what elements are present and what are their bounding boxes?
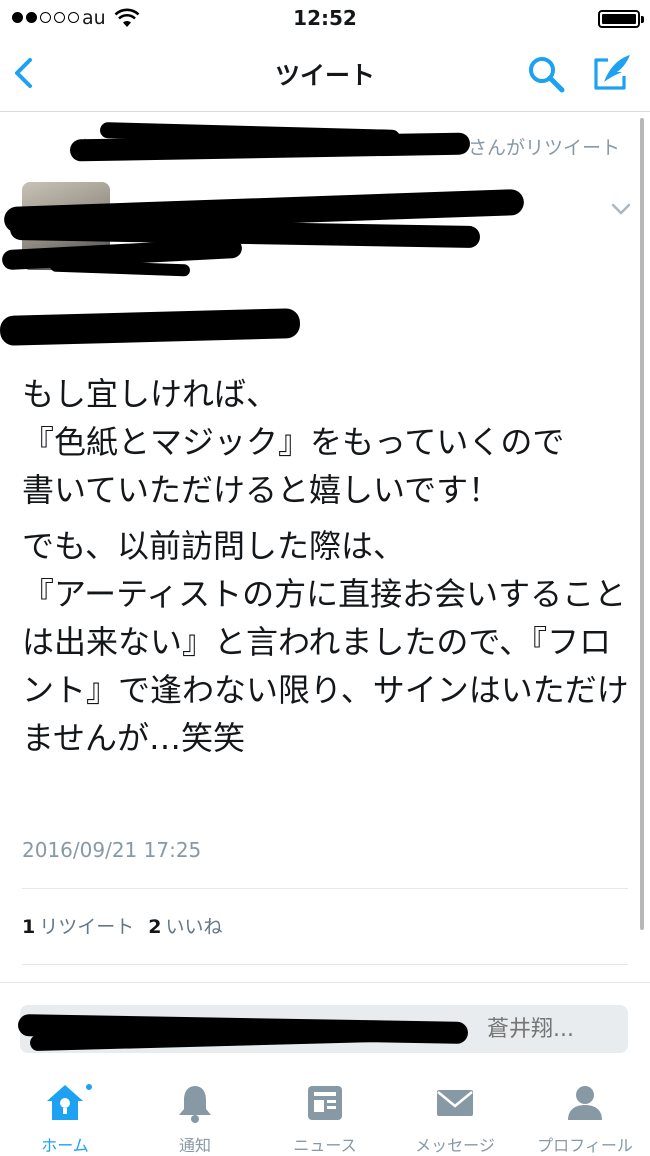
battery-icon [598,10,644,28]
tweet-text: もし宜しければ、 『色紙とマジック』をもっていくので 書いていただけると嬉しいで… [22,370,634,770]
tab-notifications[interactable]: 通知 [130,1078,260,1156]
redaction-mark [49,259,191,277]
divider [22,964,628,965]
status-bar: au 12:52 [0,0,650,38]
bell-icon [179,1086,211,1123]
search-icon[interactable] [526,54,566,94]
compose-tweet-icon[interactable] [590,52,634,94]
retweeted-by-label: さんがリツイート [467,137,620,159]
tab-profile[interactable]: プロフィール [520,1078,650,1156]
envelope-icon [437,1090,473,1116]
engagement-stats: 1 リツイート 2 いいね [22,912,223,939]
tab-label: 通知 [178,1136,211,1155]
profile-icon [568,1086,602,1120]
divider [22,888,628,889]
battery-level [602,14,636,24]
news-icon [308,1086,342,1120]
like-count-link[interactable]: 2 いいね [148,912,222,939]
tweet-paragraph: でも、以前訪問した際は、 『アーティストの方に直接お会いすることは出来ない』と言… [22,527,629,757]
like-label: いいね [165,916,223,938]
tweet-timestamp: 2016/09/21 17:25 [22,838,202,862]
notification-badge-dot [84,1082,94,1092]
tab-news[interactable]: ニュース [260,1078,390,1156]
retweet-label: リツイート [39,916,135,938]
status-time: 12:52 [293,6,357,30]
tab-messages[interactable]: メッセージ [390,1078,520,1156]
tab-label: ニュース [293,1136,357,1155]
scrollbar[interactable] [640,118,644,930]
tweet-paragraph: もし宜しければ、 『色紙とマジック』をもっていくので 書いていただけると嬉しいで… [22,375,565,509]
tab-label: プロフィール [537,1136,633,1155]
retweet-count: 1 [22,916,36,938]
tab-home[interactable]: ホーム [0,1078,130,1156]
chevron-down-icon[interactable] [610,202,632,216]
tab-bar: ホーム 通知 ニュース メッセージ プロフィール [0,1078,650,1156]
navigation-bar: ツイート [0,38,650,112]
tab-label: ホーム [41,1136,89,1155]
retweet-count-link[interactable]: 1 リツイート [22,912,134,939]
tab-label: メッセージ [415,1136,495,1155]
redaction-mark [0,308,301,346]
like-count: 2 [148,916,162,938]
home-icon [47,1085,83,1120]
